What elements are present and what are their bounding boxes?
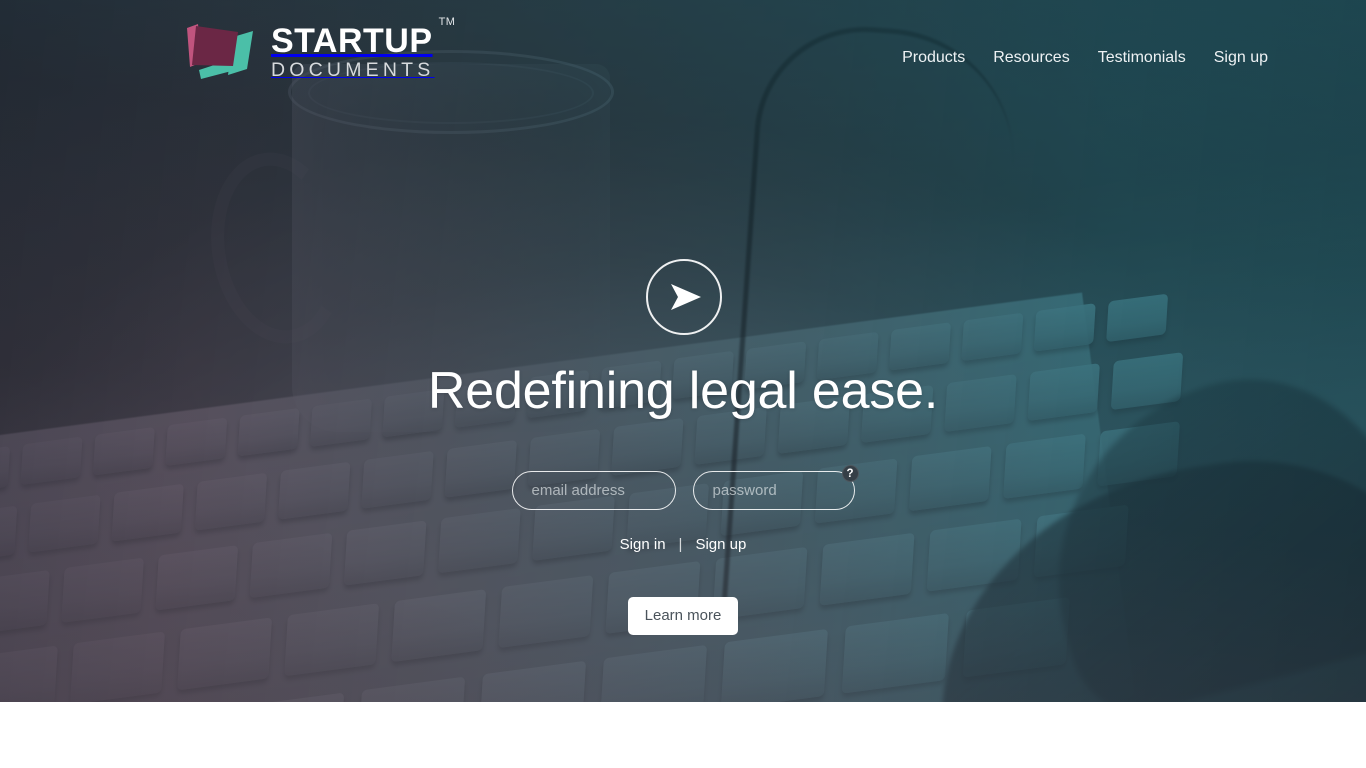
password-input[interactable] — [692, 471, 855, 510]
password-field-wrapper: ? — [692, 465, 859, 510]
question-mark-icon[interactable]: ? — [841, 465, 859, 482]
sign-up-link[interactable]: Sign up — [695, 534, 746, 556]
email-input[interactable] — [511, 471, 676, 510]
hero-section: STARTUP DOCUMENTS TM Products Resources … — [0, 0, 1366, 702]
learn-more-button[interactable]: Learn more — [628, 597, 738, 635]
trademark-symbol: TM — [438, 16, 456, 28]
page-title: Redefining legal ease. — [427, 362, 939, 420]
sign-in-link[interactable]: Sign in — [620, 534, 666, 556]
auth-separator: | — [678, 536, 683, 553]
play-arrow-icon — [665, 283, 703, 311]
brand-wordmark: STARTUP DOCUMENTS TM — [271, 16, 455, 81]
brand-logo-link[interactable]: STARTUP DOCUMENTS TM — [183, 16, 455, 82]
book-pages-logo-icon — [183, 22, 261, 80]
below-fold-section — [0, 702, 1366, 768]
email-field-wrapper — [511, 471, 676, 510]
nav-item-sign-up[interactable]: Sign up — [1214, 46, 1268, 70]
brand-name-primary: STARTUP — [271, 22, 433, 60]
nav-item-resources[interactable]: Resources — [993, 46, 1069, 70]
nav-item-testimonials[interactable]: Testimonials — [1098, 46, 1186, 70]
top-navigation-bar: STARTUP DOCUMENTS TM Products Resources … — [0, 0, 1366, 104]
primary-nav: Products Resources Testimonials Sign up — [902, 46, 1268, 70]
play-video-button[interactable] — [646, 259, 722, 335]
sign-in-form: ? — [0, 465, 1366, 510]
brand-name-secondary: DOCUMENTS — [271, 59, 435, 81]
nav-item-products[interactable]: Products — [902, 46, 965, 70]
auth-links: Sign in | Sign up — [0, 534, 1366, 556]
